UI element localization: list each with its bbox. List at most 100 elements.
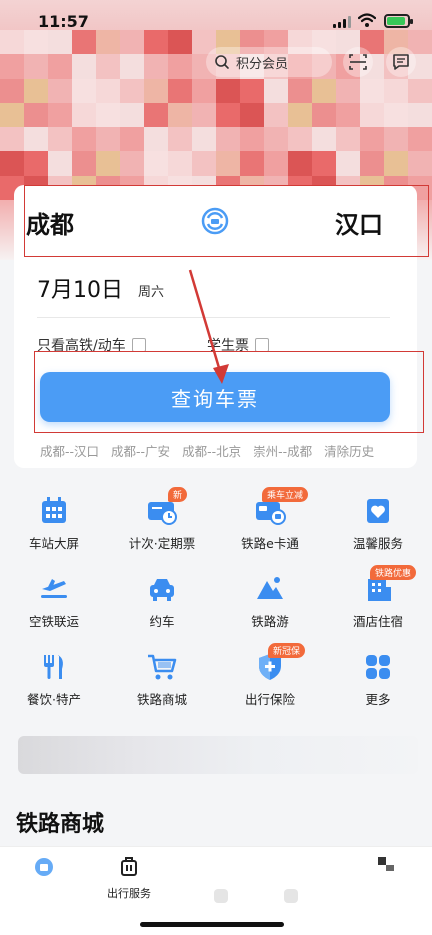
clear-history-link[interactable]: 清除历史 <box>324 441 374 459</box>
menu-item-label: 约车 <box>149 614 175 629</box>
mosaic-tile <box>360 102 384 128</box>
battery-icon <box>384 14 413 28</box>
tab-travel-service[interactable]: 出行服务 <box>89 855 169 905</box>
menu-item[interactable]: 铁路优惠 酒店住宿 <box>324 563 432 633</box>
mosaic-tile <box>0 102 24 128</box>
student-ticket-checkbox[interactable] <box>255 338 269 352</box>
home-icon <box>35 858 53 876</box>
mosaic-tile <box>144 127 168 152</box>
tab-3[interactable] <box>181 855 261 905</box>
section-title: 铁路商城 <box>16 812 105 837</box>
mosaic-tile <box>216 102 240 128</box>
mosaic-tile <box>216 151 240 176</box>
heart-service-icon <box>362 495 394 527</box>
history-item[interactable]: 崇州--成都 <box>253 441 312 459</box>
mosaic-tile <box>168 54 192 79</box>
menu-item[interactable]: 温馨服务 <box>324 485 432 555</box>
search-icon <box>215 55 229 69</box>
menu-item[interactable]: 新冠保出行保险 <box>216 641 324 711</box>
mosaic-tile <box>288 151 312 176</box>
menu-item[interactable]: 空铁联运 <box>0 563 108 633</box>
search-placeholder: 积分会员 <box>236 56 289 72</box>
message-button[interactable] <box>386 47 416 77</box>
e-card-icon: 乘车立减 <box>254 487 309 527</box>
food-icon <box>38 651 70 683</box>
menu-item-label: 计次·定期票 <box>128 536 196 551</box>
mosaic-tile <box>120 102 144 128</box>
mosaic-tile <box>408 78 432 103</box>
mosaic-tile <box>192 78 216 103</box>
mosaic-tile <box>336 127 360 152</box>
tab-placeholder-icon <box>284 889 298 903</box>
status-time: 11:57 <box>38 12 89 31</box>
mosaic-tile <box>48 151 72 176</box>
menu-item-label: 温馨服务 <box>352 536 403 551</box>
menu-item-label: 铁路e卡通 <box>241 536 299 551</box>
feature-grid: 车站大屏新计次·定期票 乘车立减 铁路e卡通 温馨服务 空铁联运 约车 铁路游 铁路优惠 酒店住… <box>0 485 432 725</box>
menu-item[interactable]: 铁路游 <box>216 563 324 633</box>
mosaic-tile <box>216 127 240 152</box>
mosaic-tile <box>96 127 120 152</box>
search-tickets-button[interactable]: 查询车票 <box>40 372 390 422</box>
more-grid-icon <box>362 651 394 683</box>
hotel-icon: 铁路优惠 <box>362 565 417 605</box>
tab-mine[interactable] <box>346 855 426 905</box>
history-item[interactable]: 成都--广安 <box>111 441 170 459</box>
history-item[interactable]: 成都--北京 <box>182 441 241 459</box>
mosaic-tile <box>168 102 192 128</box>
promo-banner[interactable] <box>18 736 418 774</box>
mosaic-tile <box>24 54 48 79</box>
mosaic-tile <box>120 127 144 152</box>
mosaic-tile <box>312 151 336 176</box>
mosaic-tile <box>288 78 312 103</box>
search-history: 成都--汉口 成都--广安 成都--北京 崇州--成都 清除历史 <box>40 441 400 459</box>
mosaic-tile <box>360 127 384 152</box>
menu-badge: 新冠保 <box>268 643 306 658</box>
menu-item[interactable]: 约车 <box>108 563 216 633</box>
mosaic-tile <box>48 127 72 152</box>
mosaic-tile <box>0 127 24 152</box>
mosaic-tile <box>144 151 168 176</box>
member-search-bar[interactable]: 积分会员 <box>206 47 332 77</box>
mosaic-tile <box>408 151 432 176</box>
menu-item[interactable]: 铁路商城 <box>108 641 216 711</box>
mosaic-tile <box>72 54 96 79</box>
mosaic-tile <box>24 127 48 152</box>
mosaic-tile <box>384 127 408 152</box>
divider <box>37 317 390 318</box>
mosaic-tile <box>72 127 96 152</box>
menu-item[interactable]: 餐饮·特产 <box>0 641 108 711</box>
tab-4[interactable] <box>251 855 331 905</box>
mosaic-tile <box>384 102 408 128</box>
menu-item-label: 出行保险 <box>244 692 295 707</box>
menu-item[interactable]: 更多 <box>324 641 432 711</box>
mosaic-tile <box>0 78 24 103</box>
mosaic-tile <box>336 102 360 128</box>
mosaic-tile <box>144 54 168 79</box>
mosaic-tile <box>144 102 168 128</box>
status-bar: 11:57 <box>0 0 432 46</box>
scan-button[interactable] <box>343 47 373 77</box>
menu-item[interactable]: 车站大屏 <box>0 485 108 555</box>
mosaic-tile <box>120 54 144 79</box>
cellular-signal-icon <box>333 16 351 28</box>
profile-icon <box>378 857 394 871</box>
menu-item-label: 空铁联运 <box>28 614 79 629</box>
history-item[interactable]: 成都--汉口 <box>40 441 99 459</box>
car-icon <box>146 573 178 605</box>
menu-item-label: 餐饮·特产 <box>27 692 81 707</box>
mosaic-tile <box>264 151 288 176</box>
travel-date[interactable]: 7月10日 <box>37 272 123 304</box>
station-screen-icon <box>38 495 70 527</box>
mosaic-tile <box>336 78 360 103</box>
menu-badge: 铁路优惠 <box>370 565 417 580</box>
mosaic-tile <box>72 78 96 103</box>
menu-item[interactable]: 新计次·定期票 <box>108 485 216 555</box>
mosaic-tile <box>168 127 192 152</box>
travel-weekday: 周六 <box>138 285 165 300</box>
menu-item[interactable]: 乘车立减铁路e卡通 <box>216 485 324 555</box>
shield-icon: 新冠保 <box>254 643 306 683</box>
mosaic-tile <box>72 151 96 176</box>
high-speed-checkbox[interactable] <box>131 338 146 352</box>
tab-home[interactable] <box>4 855 84 905</box>
